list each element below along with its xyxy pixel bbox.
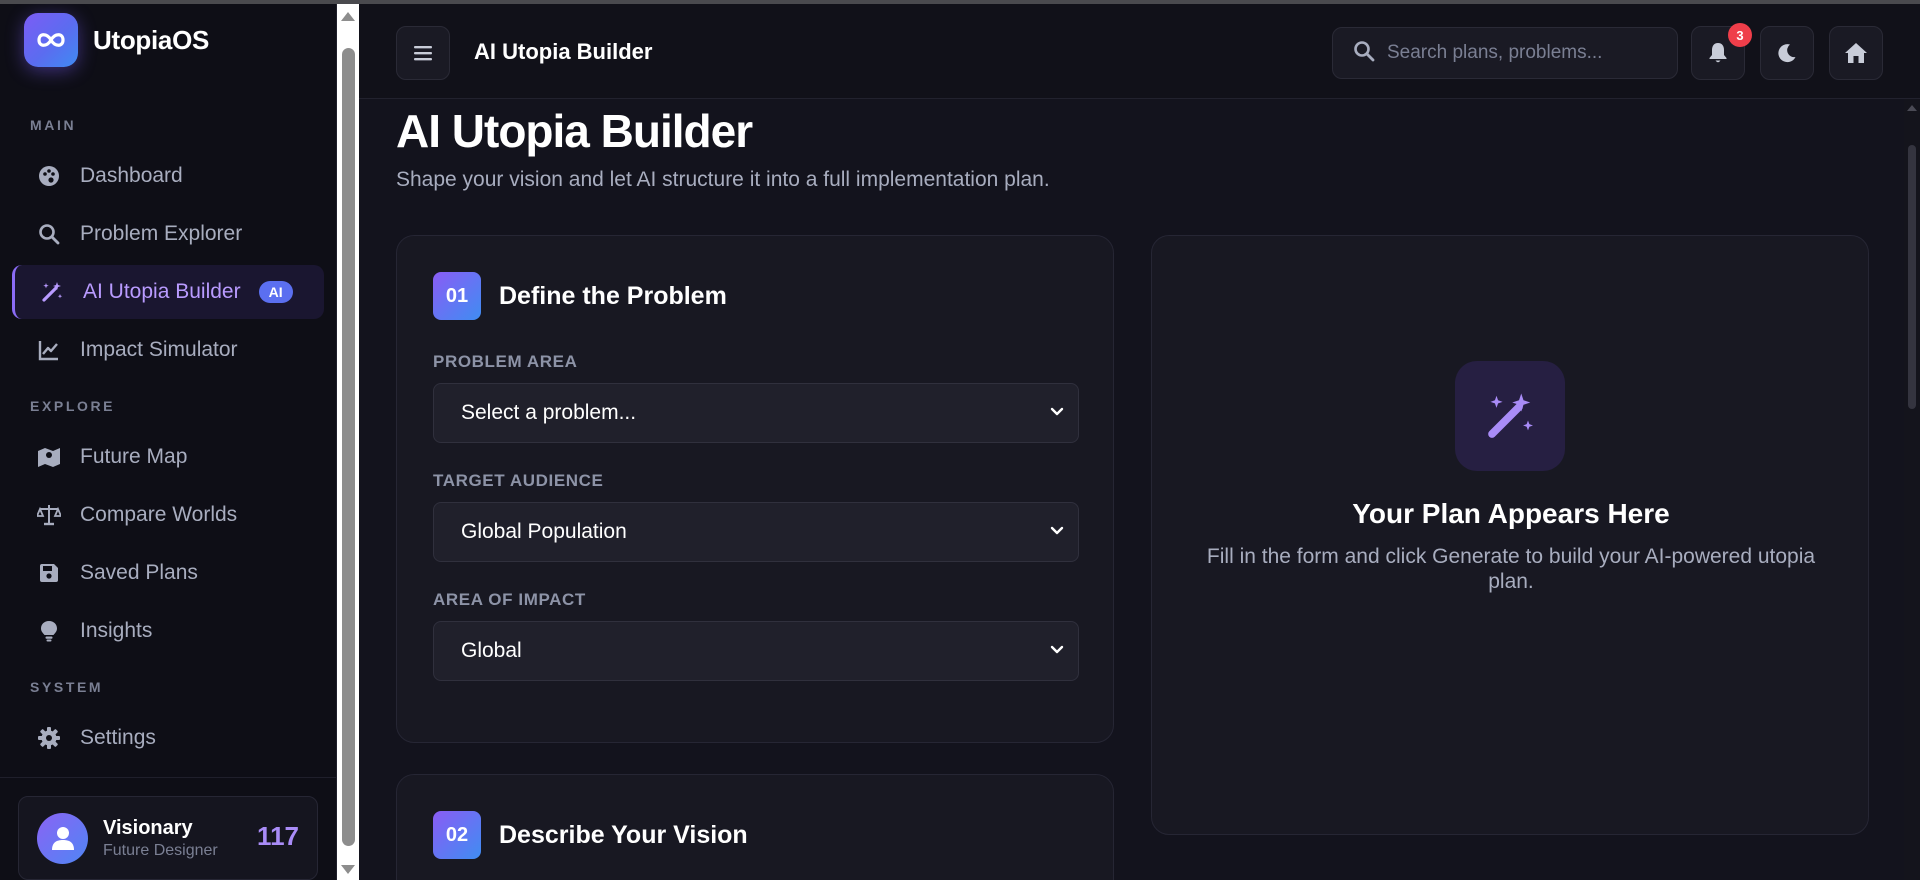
main-scrollbar[interactable] <box>1904 99 1920 880</box>
select-value: Select a problem... <box>461 401 637 424</box>
area-of-impact-label: AREA OF IMPACT <box>433 590 586 609</box>
problem-area-label: PROBLEM AREA <box>433 352 578 371</box>
infinity-logo-icon <box>24 13 78 67</box>
placeholder-description: Fill in the form and click Generate to b… <box>1206 545 1816 593</box>
sidebar-item-label: AI Utopia Builder <box>83 280 241 303</box>
section-label-system: SYSTEM <box>30 679 104 695</box>
scale-icon <box>36 502 62 528</box>
sidebar-item-compare-worlds[interactable]: Compare Worlds <box>12 488 324 542</box>
sidebar-item-label: Future Map <box>80 445 188 468</box>
chevron-down-icon <box>1050 645 1064 654</box>
search-box[interactable] <box>1332 27 1678 79</box>
sidebar-item-label: Settings <box>80 726 156 749</box>
magic-wand-icon <box>39 279 65 305</box>
user-profile-card[interactable]: Visionary Future Designer 117 <box>18 796 318 880</box>
section-label-explore: EXPLORE <box>30 398 116 414</box>
header-title: AI Utopia Builder <box>474 39 653 64</box>
select-value: Global Population <box>461 520 627 543</box>
step-title: Describe Your Vision <box>499 820 748 849</box>
theme-toggle-button[interactable] <box>1760 26 1814 80</box>
home-icon <box>1845 43 1867 63</box>
sidebar-item-dashboard[interactable]: Dashboard <box>12 149 324 203</box>
main-scrollbar-thumb[interactable] <box>1908 145 1916 409</box>
sidebar: UtopiaOS MAIN Dashboard Problem Explorer… <box>0 4 337 880</box>
placeholder-title: Your Plan Appears Here <box>1352 498 1670 529</box>
search-input[interactable] <box>1387 42 1667 64</box>
sidebar-item-label: Insights <box>80 619 153 642</box>
sidebar-item-ai-utopia-builder[interactable]: AI Utopia Builder AI <box>12 265 324 319</box>
sidebar-item-future-map[interactable]: Future Map <box>12 430 324 484</box>
profile-role: Future Designer <box>103 841 218 859</box>
brand[interactable]: UtopiaOS <box>24 13 209 67</box>
avatar <box>37 812 88 864</box>
floppy-disk-icon <box>36 560 62 586</box>
magic-wand-tile <box>1455 361 1565 471</box>
step-card-define-problem: 01 Define the Problem PROBLEM AREA Selec… <box>396 235 1114 743</box>
problem-area-select[interactable]: Select a problem... <box>433 383 1079 443</box>
step-title: Define the Problem <box>499 281 727 310</box>
hamburger-menu-icon <box>414 46 432 61</box>
app-name: UtopiaOS <box>93 24 210 55</box>
sidebar-item-label: Compare Worlds <box>80 503 238 526</box>
chevron-down-icon <box>1050 526 1064 535</box>
select-value: Global <box>461 639 522 662</box>
sidebar-item-insights[interactable]: Insights <box>12 604 324 658</box>
step-card-describe-vision: 02 Describe Your Vision <box>396 774 1114 880</box>
notification-count-badge: 3 <box>1728 23 1752 47</box>
page-subtitle: Shape your vision and let AI structure i… <box>396 168 1050 191</box>
sidebar-item-label: Saved Plans <box>80 561 198 584</box>
ai-badge: AI <box>258 281 293 303</box>
top-header: AI Utopia Builder 3 <box>359 4 1920 99</box>
plan-output-panel: Your Plan Appears Here Fill in the form … <box>1151 235 1869 835</box>
user-icon <box>51 827 74 850</box>
target-audience-select[interactable]: Global Population <box>433 502 1079 562</box>
profile-name: Visionary <box>103 816 193 839</box>
sidebar-item-saved-plans[interactable]: Saved Plans <box>12 546 324 600</box>
gear-icon <box>36 725 62 751</box>
section-label-main: MAIN <box>30 117 77 133</box>
sidebar-item-settings[interactable]: Settings <box>12 711 324 765</box>
sidebar-item-label: Impact Simulator <box>80 338 238 361</box>
sidebar-scrollbar[interactable] <box>337 4 359 880</box>
sidebar-item-label: Problem Explorer <box>80 222 243 245</box>
sidebar-divider <box>0 777 337 778</box>
notifications-button[interactable]: 3 <box>1691 23 1752 80</box>
home-button[interactable] <box>1829 26 1883 80</box>
line-chart-icon <box>36 337 62 363</box>
step-number-badge: 01 <box>433 272 481 320</box>
magic-wand-icon <box>1488 393 1533 438</box>
scroll-up-arrow-icon[interactable] <box>1907 105 1917 111</box>
area-of-impact-select[interactable]: Global <box>433 621 1079 681</box>
chevron-down-icon <box>1050 407 1064 416</box>
bell-icon <box>1709 43 1727 63</box>
profile-score: 117 <box>257 821 299 851</box>
palette-icon <box>36 163 62 189</box>
search-icon <box>36 221 62 247</box>
scroll-up-arrow-icon[interactable] <box>341 12 355 21</box>
window-top-border <box>0 0 1920 4</box>
map-icon <box>36 444 62 470</box>
menu-toggle-button[interactable] <box>396 26 450 80</box>
page-title: AI Utopia Builder <box>396 105 753 157</box>
target-audience-label: TARGET AUDIENCE <box>433 471 604 490</box>
sidebar-item-problem-explorer[interactable]: Problem Explorer <box>12 207 324 261</box>
search-icon <box>1353 40 1375 67</box>
lightbulb-icon <box>36 618 62 644</box>
scroll-down-arrow-icon[interactable] <box>341 865 355 874</box>
moon-icon <box>1778 44 1796 63</box>
sidebar-item-impact-simulator[interactable]: Impact Simulator <box>12 323 324 377</box>
sidebar-item-label: Dashboard <box>80 164 183 187</box>
sidebar-scrollbar-thumb[interactable] <box>342 48 355 846</box>
step-number-badge: 02 <box>433 811 481 859</box>
